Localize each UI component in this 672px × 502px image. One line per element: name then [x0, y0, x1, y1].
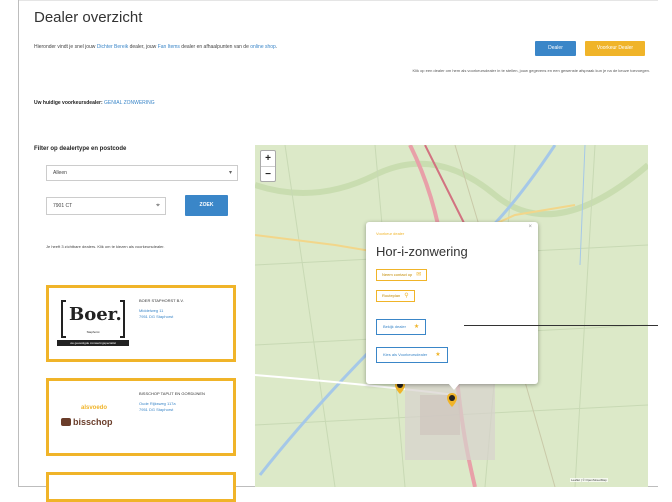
preferred-dealer-button[interactable]: Voorkeur Dealer — [585, 41, 645, 56]
zoom-in-button[interactable]: + — [261, 151, 275, 166]
star-icon: ★ — [435, 352, 441, 358]
dealer-card[interactable]: alsvoedo bisschop BISSCHOP TAPIJT EN GOR… — [46, 378, 236, 456]
view-dealer-button[interactable]: Bekijk dealer ★ — [376, 319, 427, 335]
set-preferred-dealer-button[interactable]: Kies als Voorkeursdealer ★ — [376, 347, 448, 363]
mail-icon: ✉ — [416, 272, 422, 278]
link-dichter-bereik[interactable]: Dichter Bereik — [97, 44, 128, 50]
bisschop-logo: alsvoedo bisschop — [61, 401, 131, 441]
intro-text: Hieronder vindt je snel jouw Dichter Ber… — [34, 44, 278, 50]
link-fan-items[interactable]: Fan Items — [158, 44, 180, 50]
zoom-control: + − — [260, 150, 276, 182]
dealer-card[interactable]: Boer. Staphorst uw gevestigde zonwerings… — [46, 285, 236, 362]
dealer-info: BOER STAPHORST B.V. Middelweg 11 7951 DG… — [139, 298, 231, 320]
dealer-info: BISSCHOP TAPIJT EN GORDIJNEN Oude Rijksw… — [139, 391, 231, 413]
star-icon: ★ — [413, 324, 420, 330]
page-title: Dealer overzicht — [34, 9, 143, 26]
location-icon[interactable]: ⌖ — [156, 198, 160, 214]
close-icon[interactable]: × — [528, 224, 532, 230]
current-dealer: Uw huidige voorkeursdealer: GENIAL ZONWE… — [34, 100, 155, 106]
dealer-address[interactable]: Middelweg 11 7951 DG Staphorst — [139, 308, 231, 320]
callout-line — [464, 325, 658, 326]
zoom-out-button[interactable]: − — [261, 167, 275, 182]
current-dealer-link[interactable]: GENIAL ZONWERING — [104, 100, 155, 106]
popup-dealer-type: Voorkeur dealer — [376, 231, 405, 236]
map-attribution[interactable]: Leaflet | © OpenStreetMap — [570, 478, 608, 482]
map-marker-icon[interactable] — [447, 393, 457, 407]
filter-heading: Filter op dealertype en postcode — [34, 146, 127, 152]
result-info: Je heeft 3 zichtbare dealers. Klik om te… — [46, 244, 165, 249]
dealer-card[interactable] — [46, 472, 236, 502]
boer-logo-tagline: uw gevestigde zonweringspecialist — [57, 340, 129, 346]
search-button[interactable]: ZOEK — [185, 195, 228, 216]
dealer-button[interactable]: Dealer — [535, 41, 576, 56]
dealer-popup: × Voorkeur dealer Hor-i-zonwering Neem c… — [366, 222, 538, 384]
pin-icon: ⚲ — [404, 293, 409, 299]
route-button[interactable]: Routeplan ⚲ — [376, 290, 415, 302]
dealer-address[interactable]: Oude Rijksweg 117a 7951 DG Staphorst — [139, 401, 231, 413]
dealer-name: BISSCHOP TAPIJT EN GORDIJNEN — [139, 391, 205, 396]
contact-button[interactable]: Neem contact op ✉ — [376, 269, 428, 281]
link-online-shop[interactable]: online shop — [250, 44, 276, 50]
postcode-input[interactable]: 7901 CT ⌖ — [46, 197, 166, 215]
popup-title: Hor-i-zonwering — [376, 244, 468, 259]
dealer-type-select[interactable]: Alleen ▾ — [46, 165, 238, 181]
boer-logo: Boer. Staphorst — [61, 300, 125, 338]
info-note: Klik op een dealer om hem als voorkeursd… — [412, 68, 650, 73]
dealer-name: BOER STAPHORST B.V. — [139, 298, 184, 303]
popup-tip — [448, 383, 460, 390]
chevron-down-icon: ▾ — [228, 170, 232, 176]
